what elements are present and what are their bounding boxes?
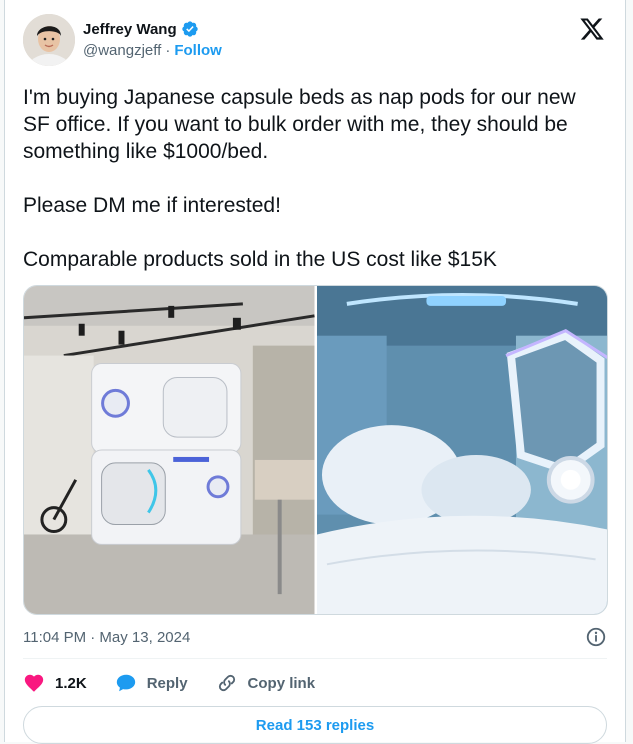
copy-link-button[interactable]: Copy link — [216, 672, 316, 694]
info-icon[interactable] — [585, 626, 607, 648]
reply-button[interactable]: Reply — [115, 672, 188, 694]
tweet-media — [23, 285, 608, 615]
handle-separator: · — [165, 42, 171, 59]
reply-label: Reply — [146, 674, 188, 692]
copy-link-label: Copy link — [247, 674, 316, 692]
follow-button[interactable]: Follow — [174, 42, 222, 59]
link-icon — [218, 674, 235, 692]
capsule-room-photo[interactable] — [24, 286, 315, 614]
action-bar: 1.2K Reply Copy link — [23, 668, 315, 698]
tweet-paragraph: Please DM me if interested! — [23, 194, 281, 217]
reply-bubble-icon — [116, 674, 135, 692]
tweet-header: Jeffrey Wang @wangzjeff · Follow — [23, 14, 611, 70]
like-button[interactable]: 1.2K — [23, 672, 87, 694]
author-handle[interactable]: @wangzjeff — [83, 42, 161, 59]
timestamp[interactable]: 11:04 PM · May 13, 2024 — [23, 629, 190, 646]
verified-badge-icon — [181, 21, 198, 37]
author-block: Jeffrey Wang @wangzjeff · Follow — [83, 20, 222, 60]
x-logo-icon[interactable] — [579, 16, 605, 42]
avatar[interactable] — [23, 14, 75, 66]
tweet-card: Jeffrey Wang @wangzjeff · Follow I'm buy… — [4, 0, 626, 744]
read-replies-button[interactable]: Read 153 replies — [23, 706, 607, 744]
tweet-paragraph: I'm buying Japanese capsule beds as nap … — [23, 86, 576, 163]
tweet-text: I'm buying Japanese capsule beds as nap … — [23, 84, 603, 273]
heart-icon — [24, 674, 44, 692]
tweet-paragraph: Comparable products sold in the US cost … — [23, 248, 497, 271]
like-count: 1.2K — [55, 674, 87, 692]
timestamp-row: 11:04 PM · May 13, 2024 — [23, 626, 607, 648]
author-name[interactable]: Jeffrey Wang — [83, 21, 177, 38]
capsule-interior-photo[interactable] — [316, 286, 607, 614]
divider — [23, 658, 607, 659]
